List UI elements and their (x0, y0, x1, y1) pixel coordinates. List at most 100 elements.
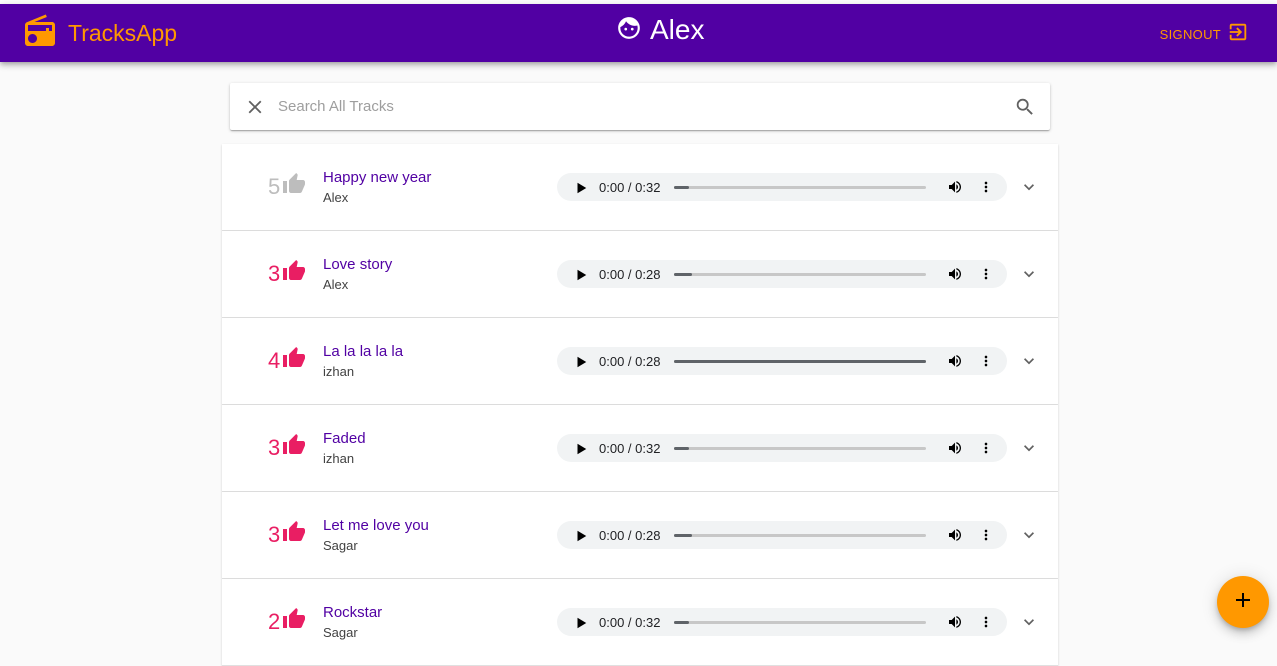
search-input[interactable] (276, 91, 1000, 121)
volume-icon[interactable] (947, 614, 963, 635)
thumb-up-icon[interactable] (282, 346, 306, 375)
track-list: 5 Happy new year Alex 0:00 / 0:32 3 Love… (222, 144, 1058, 666)
more-vert-icon[interactable] (978, 353, 994, 374)
playback-time: 0:00 / 0:28 (599, 528, 661, 543)
seek-bar[interactable] (674, 447, 926, 450)
track-artist: Alex (323, 190, 349, 205)
volume-icon[interactable] (947, 266, 963, 287)
seek-bar[interactable] (674, 534, 926, 537)
chevron-down-icon[interactable] (1019, 264, 1039, 289)
like-control: 5 (268, 172, 306, 201)
playback-time: 0:00 / 0:28 (599, 267, 661, 282)
seek-progress (674, 186, 690, 189)
signout-label: SIGNOUT (1159, 27, 1221, 42)
track-row: 2 Rockstar Sagar 0:00 / 0:32 (222, 579, 1058, 666)
playback-time: 0:00 / 0:32 (599, 441, 661, 456)
seek-progress (674, 534, 692, 537)
more-vert-icon[interactable] (978, 614, 994, 635)
like-count: 3 (268, 434, 281, 460)
user-name: Alex (650, 14, 705, 45)
volume-icon[interactable] (947, 527, 963, 548)
like-count: 4 (268, 347, 281, 373)
play-icon[interactable] (574, 355, 588, 374)
play-icon[interactable] (574, 442, 588, 461)
volume-icon[interactable] (947, 440, 963, 461)
like-count: 3 (268, 260, 281, 286)
playback-time: 0:00 / 0:32 (599, 180, 661, 195)
audio-player: 0:00 / 0:32 (557, 173, 1007, 201)
track-row: 3 Let me love you Sagar 0:00 / 0:28 (222, 492, 1058, 579)
chevron-down-icon[interactable] (1019, 525, 1039, 550)
seek-progress (674, 273, 692, 276)
add-icon (1231, 588, 1255, 617)
audio-player: 0:00 / 0:28 (557, 260, 1007, 288)
thumb-up-icon[interactable] (282, 172, 306, 201)
close-icon[interactable] (244, 96, 266, 123)
play-icon[interactable] (574, 268, 588, 287)
chevron-down-icon[interactable] (1019, 177, 1039, 202)
seek-bar[interactable] (674, 360, 926, 363)
more-vert-icon[interactable] (978, 440, 994, 461)
more-vert-icon[interactable] (978, 179, 994, 200)
volume-icon[interactable] (947, 179, 963, 200)
radio-icon (22, 13, 58, 54)
track-title[interactable]: Let me love you (323, 517, 429, 534)
search-icon[interactable] (1014, 96, 1036, 123)
track-title[interactable]: Love story (323, 256, 392, 273)
thumb-up-icon[interactable] (282, 607, 306, 636)
more-vert-icon[interactable] (978, 266, 994, 287)
like-count: 2 (268, 608, 281, 634)
track-row: 4 La la la la la izhan 0:00 / 0:28 (222, 318, 1058, 405)
signout-button[interactable]: SIGNOUT (1160, 21, 1249, 48)
seek-progress (674, 447, 690, 450)
chevron-down-icon[interactable] (1019, 438, 1039, 463)
track-title[interactable]: Faded (323, 430, 366, 447)
track-artist: izhan (323, 364, 355, 379)
thumb-up-icon[interactable] (282, 520, 306, 549)
track-row: 3 Love story Alex 0:00 / 0:28 (222, 231, 1058, 318)
audio-player: 0:00 / 0:32 (557, 608, 1007, 636)
seek-progress (674, 621, 690, 624)
track-title[interactable]: Happy new year (323, 169, 431, 186)
play-icon[interactable] (574, 616, 588, 635)
like-control: 2 (268, 607, 306, 636)
like-control: 3 (268, 259, 306, 288)
app-bar: TracksApp Alex SIGNOUT (0, 4, 1277, 62)
track-title[interactable]: Rockstar (323, 604, 382, 621)
track-artist: izhan (323, 451, 355, 466)
track-row: 5 Happy new year Alex 0:00 / 0:32 (222, 144, 1058, 231)
volume-icon[interactable] (947, 353, 963, 374)
more-vert-icon[interactable] (978, 527, 994, 548)
playback-time: 0:00 / 0:32 (599, 615, 661, 630)
app-title: TracksApp (68, 20, 178, 46)
track-title[interactable]: La la la la la (323, 343, 403, 360)
track-artist: Alex (323, 277, 349, 292)
seek-bar[interactable] (674, 273, 926, 276)
seek-bar[interactable] (674, 186, 926, 189)
play-icon[interactable] (574, 529, 588, 548)
audio-player: 0:00 / 0:28 (557, 521, 1007, 549)
add-track-button[interactable] (1217, 576, 1269, 628)
like-count: 3 (268, 521, 281, 547)
search-bar (230, 83, 1050, 130)
like-count: 5 (268, 173, 281, 199)
brand: TracksApp (22, 13, 177, 54)
face-icon (616, 15, 642, 46)
seek-bar[interactable] (674, 621, 926, 624)
seek-progress (674, 360, 926, 363)
audio-player: 0:00 / 0:32 (557, 434, 1007, 462)
chevron-down-icon[interactable] (1019, 612, 1039, 637)
exit-icon (1227, 21, 1249, 48)
like-control: 3 (268, 520, 306, 549)
audio-player: 0:00 / 0:28 (557, 347, 1007, 375)
current-user: Alex (616, 14, 704, 46)
chevron-down-icon[interactable] (1019, 351, 1039, 376)
play-icon[interactable] (574, 181, 588, 200)
like-control: 4 (268, 346, 306, 375)
like-control: 3 (268, 433, 306, 462)
track-artist: Sagar (323, 538, 358, 553)
thumb-up-icon[interactable] (282, 433, 306, 462)
track-row: 3 Faded izhan 0:00 / 0:32 (222, 405, 1058, 492)
thumb-up-icon[interactable] (282, 259, 306, 288)
playback-time: 0:00 / 0:28 (599, 354, 661, 369)
